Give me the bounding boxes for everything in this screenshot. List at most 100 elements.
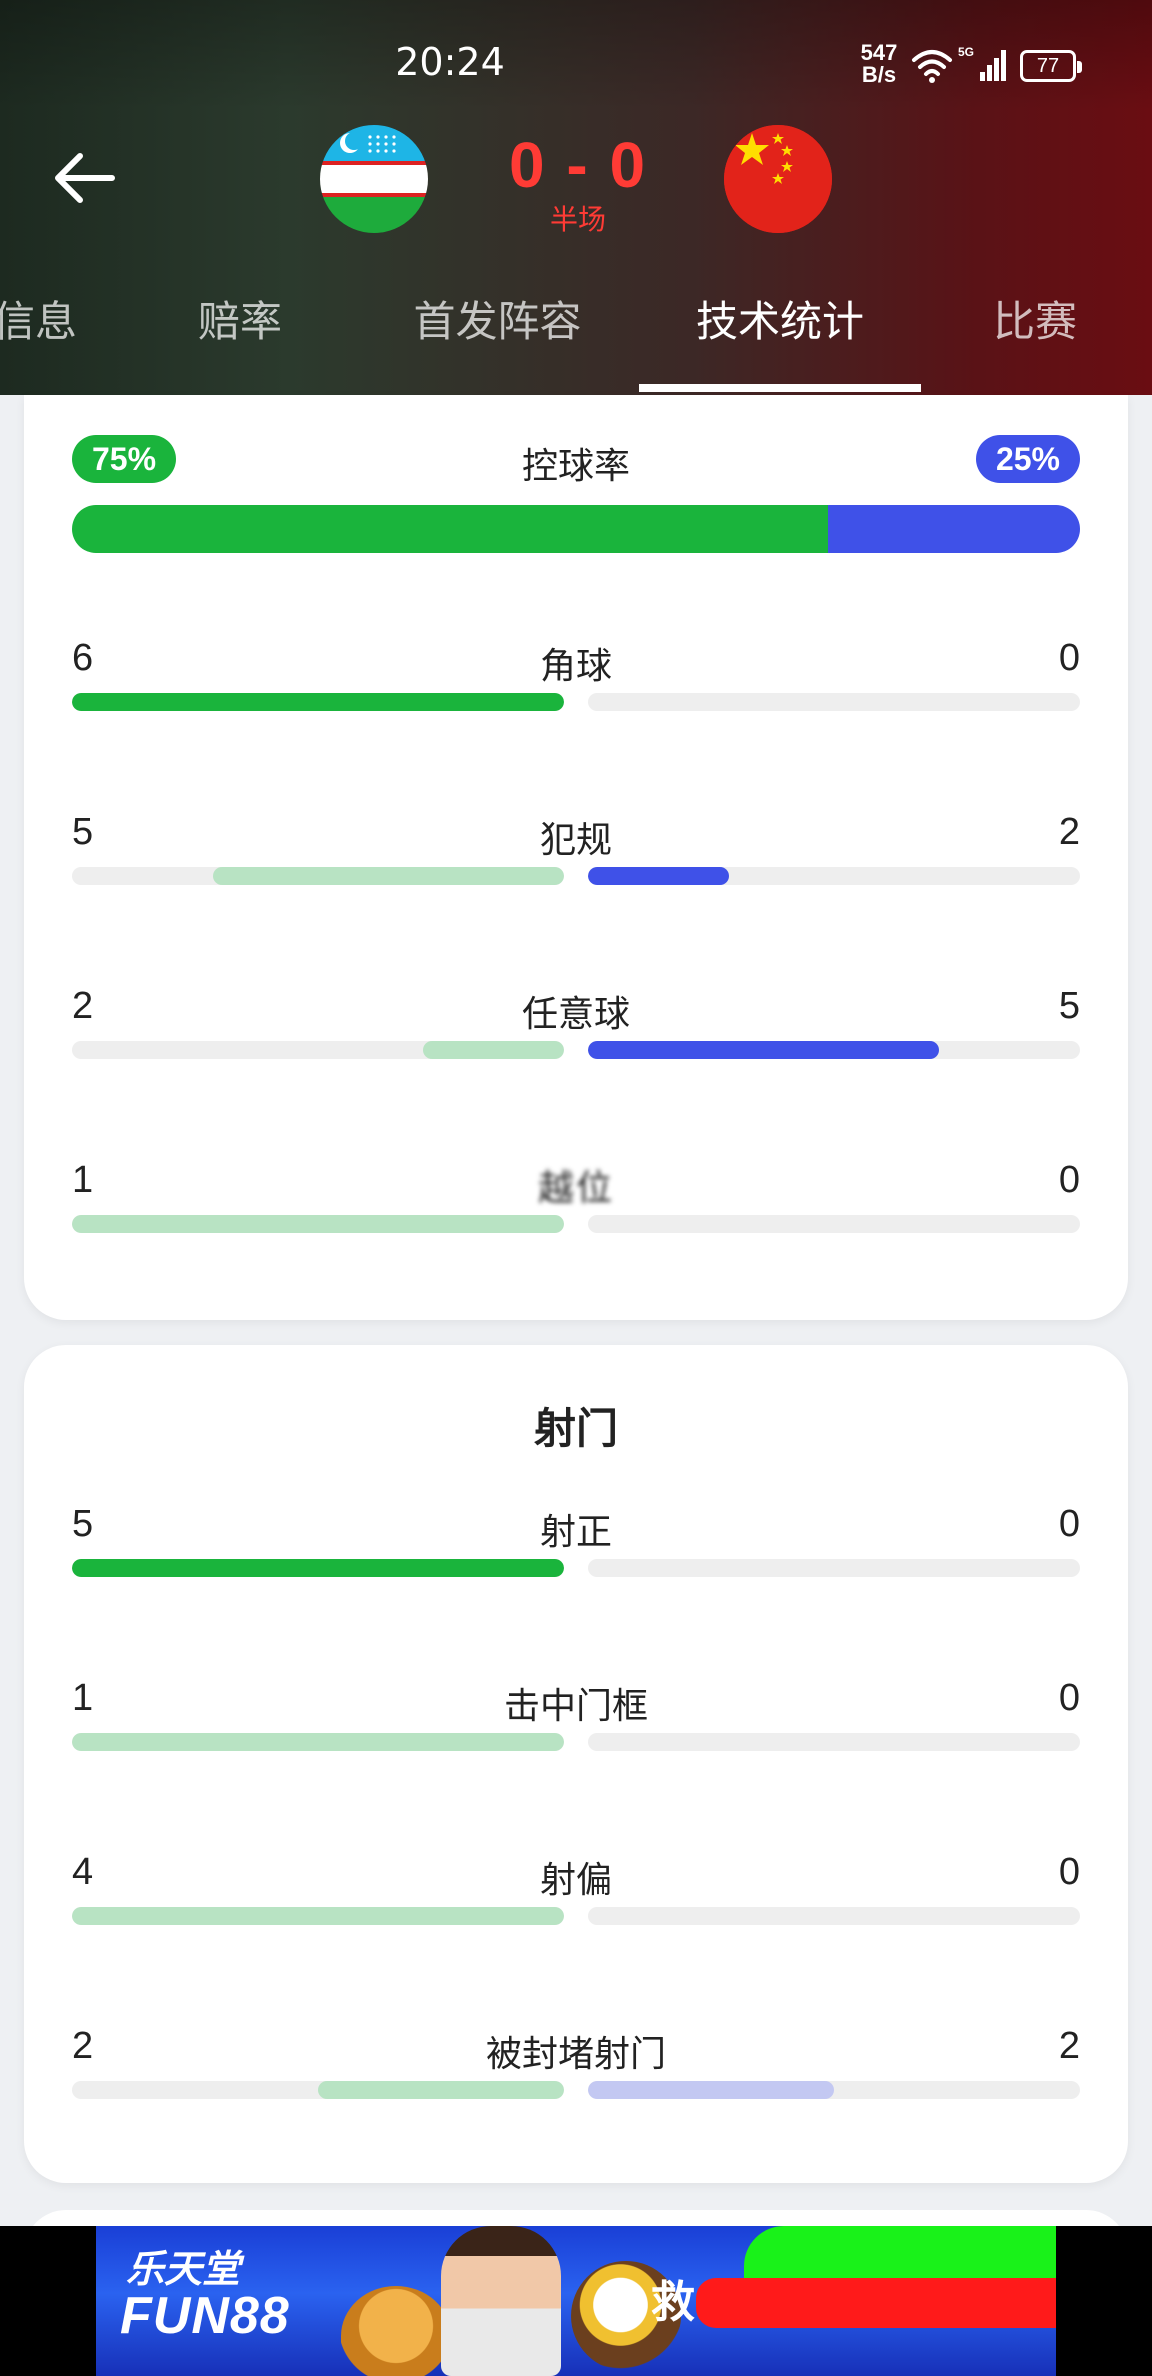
stat-away-value: 0 (1058, 1851, 1080, 1893)
china-flag-icon (724, 125, 832, 233)
ad-brand-chinese: 乐天堂 (126, 2247, 241, 2291)
cellular-signal-icon: 5G (958, 45, 1006, 81)
away-team-flag[interactable] (724, 125, 832, 233)
leopard-mascot-icon (341, 2286, 451, 2376)
tab-odds[interactable]: 赔率 (190, 290, 290, 395)
stat-row: 1 越位 0 (24, 1159, 1128, 1279)
network-speed: 547 B/s (855, 42, 903, 86)
tab-technical-stats[interactable]: 技术统计 (680, 290, 880, 395)
match-score: 0 - 0 (508, 129, 648, 201)
ad-green-block (744, 2226, 1056, 2286)
stat-home-value: 5 (72, 811, 94, 853)
stat-home-value: 2 (72, 2025, 94, 2067)
general-stats-card: 75% 控球率 25% 6 角球 0 5 犯规 2 2 任意球 5 1 越位 0 (24, 395, 1128, 1320)
tab-bar: 信息 赔率 首发阵容 技术统计 比赛 (0, 290, 1152, 395)
stat-label: 被封堵射门 (485, 2034, 666, 2075)
stat-bar-away-track (588, 867, 1080, 885)
stat-away-value: 0 (1058, 1503, 1080, 1545)
ad-brand-logo: FUN88 (120, 2287, 290, 2345)
match-header: 20:24 547 B/s 5G 77 0 - 0 半场 信息 赔率 首发阵容 … (0, 0, 1152, 395)
status-time: 20:24 (395, 40, 505, 84)
possession-label: 控球率 (521, 446, 630, 487)
stat-row: 1 击中门框 0 (24, 1677, 1128, 1797)
stat-away-value: 0 (1058, 637, 1080, 679)
stat-bar-away-fill (588, 2081, 834, 2099)
possession-bar-home (72, 505, 828, 553)
stat-label: 射正 (539, 1512, 612, 1553)
back-arrow-icon[interactable] (50, 148, 120, 208)
stat-home-value: 2 (72, 985, 94, 1027)
stat-home-value: 4 (72, 1851, 94, 1893)
stat-bar-home-fill (72, 1907, 564, 1925)
advertisement-banner[interactable]: 乐天堂 FUN88 救 (96, 2226, 1056, 2376)
stat-label: 击中门框 (503, 1686, 648, 1727)
battery-indicator: 77 (1020, 50, 1082, 82)
stat-bar-home-fill (72, 1733, 564, 1751)
wifi-icon (912, 50, 952, 83)
stat-bar-away-fill (588, 1041, 940, 1059)
stat-away-value: 5 (1058, 985, 1080, 1027)
stat-bar-home-track (72, 1907, 564, 1925)
stat-bar-away-track (588, 1733, 1080, 1751)
stat-label: 射偏 (539, 1860, 612, 1901)
stat-label: 犯规 (539, 820, 612, 861)
possession-bar-away (828, 505, 1080, 553)
uzbekistan-flag-icon (320, 125, 428, 233)
stat-home-value: 5 (72, 1503, 94, 1545)
home-team-flag[interactable] (320, 125, 428, 233)
network-speed-value: 547 (860, 40, 898, 65)
match-period: 半场 (549, 203, 606, 236)
active-tab-indicator (639, 384, 921, 392)
svg-text:5G: 5G (958, 45, 974, 59)
stat-home-value: 1 (72, 1677, 94, 1719)
stat-row: 2 任意球 5 (24, 985, 1128, 1105)
stat-bar-away-track (588, 693, 1080, 711)
tab-info[interactable]: 信息 (0, 290, 80, 395)
stat-bar-away-track (588, 2081, 1080, 2099)
stat-bar-home-track (72, 1559, 564, 1577)
stat-label: 角球 (539, 646, 612, 687)
stat-bar-home-track (72, 867, 564, 885)
tab-match[interactable]: 比赛 (985, 290, 1085, 395)
stat-row: 2 被封堵射门 2 (24, 2025, 1128, 2145)
stat-home-value: 1 (72, 1159, 94, 1201)
stat-bar-away-track (588, 1907, 1080, 1925)
home-possession-badge: 75% (72, 435, 177, 483)
stat-away-value: 0 (1058, 1159, 1080, 1201)
possession-bar (72, 505, 1080, 553)
stat-bar-home-fill (72, 693, 564, 711)
stat-label: 任意球 (521, 994, 630, 1035)
stat-row: 5 射正 0 (24, 1503, 1128, 1623)
stat-bar-away-fill (588, 867, 729, 885)
away-possession-badge: 25% (975, 435, 1080, 483)
stat-bar-home-track (72, 693, 564, 711)
stat-away-value: 2 (1058, 2025, 1080, 2067)
stat-row: 6 角球 0 (24, 637, 1128, 757)
stat-bar-home-track (72, 2081, 564, 2099)
stat-bar-away-track (588, 1215, 1080, 1233)
stat-away-value: 0 (1058, 1677, 1080, 1719)
tab-lineup[interactable]: 首发阵容 (400, 290, 595, 395)
stat-bar-away-track (588, 1041, 1080, 1059)
stat-bar-away-track (588, 1559, 1080, 1577)
stat-bar-home-fill (318, 2081, 564, 2099)
network-speed-unit: B/s (861, 62, 897, 87)
section-title-shooting: 射门 (533, 1404, 618, 1453)
stat-bar-home-track (72, 1041, 564, 1059)
stat-bar-home-fill (212, 867, 564, 885)
stat-bar-home-track (72, 1733, 564, 1751)
stat-row: 5 犯规 2 (24, 811, 1128, 931)
shooting-stats-card: 射门 5 射正 0 1 击中门框 0 4 射偏 0 2 被封堵射门 2 (24, 1345, 1128, 2183)
stat-label: 越位 (537, 1168, 614, 1209)
stat-home-value: 6 (72, 637, 94, 679)
stat-bar-home-fill (72, 1559, 564, 1577)
stat-bar-home-track (72, 1215, 564, 1233)
ad-red-block (696, 2278, 1056, 2328)
possession-row: 75% 控球率 25% (24, 435, 1128, 555)
ad-text: 救 (651, 2277, 695, 2328)
stat-row: 4 射偏 0 (24, 1851, 1128, 1971)
stat-away-value: 2 (1058, 811, 1080, 853)
status-bar: 20:24 547 B/s 5G 77 (0, 0, 1152, 110)
stat-bar-home-fill (72, 1215, 564, 1233)
ad-model-image (441, 2226, 561, 2376)
